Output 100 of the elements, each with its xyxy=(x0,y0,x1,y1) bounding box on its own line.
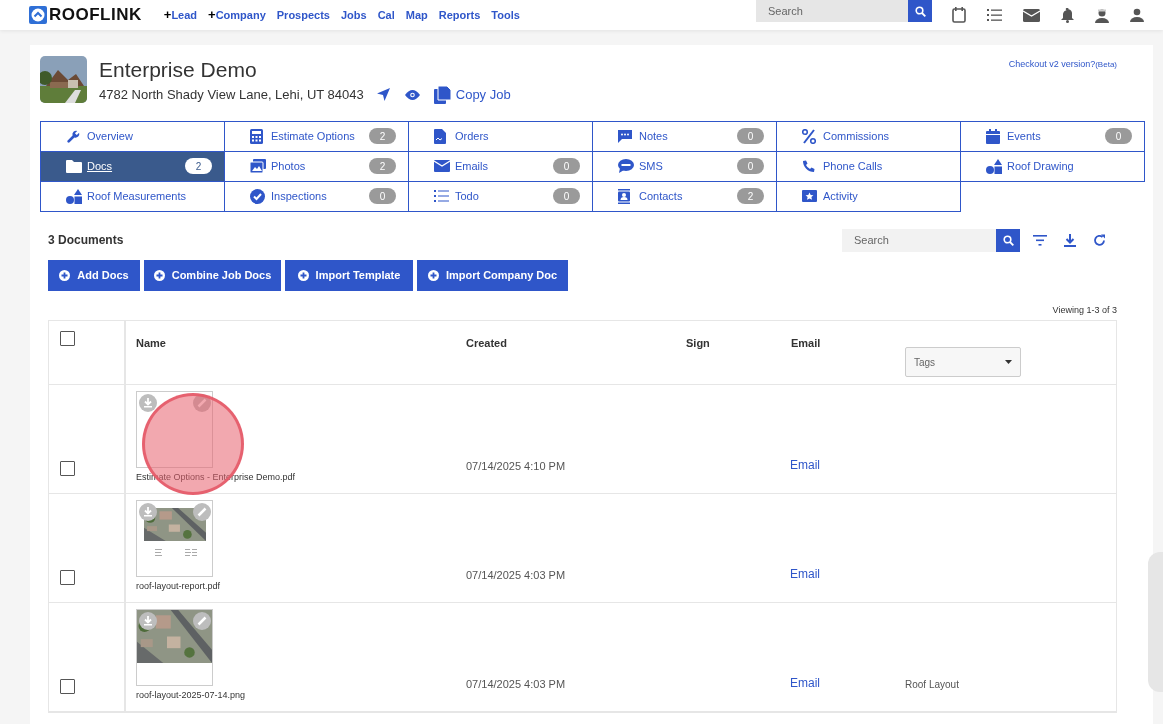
pencil-icon[interactable] xyxy=(193,612,211,630)
tags-dropdown[interactable]: Tags xyxy=(905,347,1021,377)
created-date: 07/14/2025 4:03 PM xyxy=(466,676,566,692)
calculator-icon xyxy=(250,128,263,144)
tab-label: Orders xyxy=(455,128,490,144)
report-table-drawing xyxy=(155,549,197,557)
download-icon[interactable] xyxy=(1064,233,1076,247)
plus-circle-icon xyxy=(153,269,165,281)
column-header: Created xyxy=(466,337,507,349)
bell-icon[interactable] xyxy=(1061,7,1074,23)
tab-label: Contacts xyxy=(639,188,684,204)
contact-card-icon xyxy=(618,188,630,204)
tab-label: Roof Measurements xyxy=(87,188,188,204)
email-link[interactable]: Email xyxy=(790,565,820,583)
tag-text: Roof Layout xyxy=(905,678,959,692)
created-date: 07/14/2025 4:10 PM xyxy=(466,458,566,474)
file-name[interactable]: roof-layout-report.pdf xyxy=(136,580,456,594)
count-badge: 2 xyxy=(737,188,764,204)
nav-link[interactable]: +Company xyxy=(208,5,266,25)
tab[interactable]: Roof Drawing xyxy=(960,150,1145,182)
search-button[interactable] xyxy=(908,0,932,22)
user-badge-icon[interactable] xyxy=(1095,7,1109,23)
tab-label: Todo xyxy=(455,188,480,204)
checkbox[interactable] xyxy=(60,461,75,476)
count-badge: 2 xyxy=(185,158,212,174)
user-icon[interactable] xyxy=(1130,8,1144,22)
tab-label: Emails xyxy=(455,158,489,174)
count-badge: 0 xyxy=(1105,128,1132,144)
tab-label: Notes xyxy=(639,128,669,144)
shapes-icon xyxy=(66,188,83,204)
nav-link[interactable]: Map xyxy=(405,6,428,24)
download-icon[interactable] xyxy=(139,503,157,521)
envelope-icon[interactable] xyxy=(1023,8,1040,22)
checkbox[interactable] xyxy=(60,679,75,694)
nav-link[interactable]: +Lead xyxy=(163,5,198,25)
nav-link[interactable]: Reports xyxy=(438,6,481,24)
shapes-icon xyxy=(986,158,1003,174)
images-icon xyxy=(250,159,266,173)
copy-job-link[interactable]: Copy Job xyxy=(433,85,511,105)
brand-name[interactable]: ROOFLINK xyxy=(49,2,142,28)
action-button[interactable]: Import Company Doc xyxy=(417,259,568,291)
search-icon xyxy=(1002,234,1014,246)
navigation-arrow-icon[interactable] xyxy=(376,88,390,102)
plus-circle-icon xyxy=(297,269,309,281)
email-link[interactable]: Email xyxy=(790,456,820,474)
eye-icon[interactable] xyxy=(404,89,420,100)
phone-icon xyxy=(802,159,815,173)
count-badge: 2 xyxy=(369,128,396,144)
column-header: Name xyxy=(136,337,166,349)
tab[interactable]: Overview xyxy=(40,120,225,152)
logo-icon[interactable] xyxy=(29,6,47,24)
search-field[interactable]: Search xyxy=(756,0,908,22)
wrench-icon xyxy=(66,128,81,144)
job-address: 4782 North Shady View Lane, Lehi, UT 84043 xyxy=(99,86,364,104)
star-ticket-icon xyxy=(802,190,817,202)
tab-label: Roof Drawing xyxy=(1007,158,1075,174)
percent-icon xyxy=(802,128,816,144)
nav-link[interactable]: Tools xyxy=(491,6,520,24)
check-circle-icon xyxy=(250,188,265,204)
sms-bubble-icon xyxy=(618,159,634,173)
download-icon[interactable] xyxy=(139,612,157,630)
refresh-icon[interactable] xyxy=(1093,233,1106,247)
tab[interactable]: Roof Measurements xyxy=(40,180,225,212)
action-button[interactable]: Add Docs xyxy=(48,259,140,291)
file-name[interactable]: roof-layout-2025-07-14.png xyxy=(136,689,456,703)
viewing-count: Viewing 1-3 of 3 xyxy=(1052,303,1117,317)
column-header: Sign xyxy=(686,337,710,349)
search-button[interactable] xyxy=(996,228,1020,252)
list-icon[interactable] xyxy=(987,9,1002,21)
tab[interactable]: Activity xyxy=(776,180,961,212)
calendar-icon[interactable] xyxy=(952,7,966,23)
job-title: Enterprise Demo xyxy=(99,57,258,83)
caret-icon xyxy=(1005,360,1012,364)
tab[interactable]: Events 0 xyxy=(960,120,1145,152)
filter-icon[interactable] xyxy=(1033,234,1047,246)
action-button[interactable]: Import Template xyxy=(285,259,413,291)
count-badge: 0 xyxy=(553,158,580,174)
pencil-icon[interactable] xyxy=(193,503,211,521)
tab-label: Events xyxy=(1007,128,1042,144)
copy-icon xyxy=(433,85,451,104)
action-button[interactable]: Combine Job Docs xyxy=(144,259,281,291)
checkbox[interactable] xyxy=(60,331,75,346)
plus-circle-icon xyxy=(427,269,439,281)
tab-label: Phone Calls xyxy=(823,158,884,174)
search-icon xyxy=(914,5,926,17)
nav-link[interactable]: Prospects xyxy=(276,6,330,24)
v2-version-link[interactable]: Checkout v2 version?(Beta) xyxy=(1008,58,1117,72)
nav-link[interactable]: Cal xyxy=(377,6,395,24)
tab-label: Photos xyxy=(271,158,307,174)
tab-label: Inspections xyxy=(271,188,328,204)
tab-label: Overview xyxy=(87,128,134,144)
nav-link[interactable]: Jobs xyxy=(341,6,367,24)
email-link[interactable]: Email xyxy=(790,674,820,692)
folder-icon xyxy=(66,159,82,173)
count-badge: 0 xyxy=(737,128,764,144)
checkbox[interactable] xyxy=(60,570,75,585)
search-field[interactable]: Search xyxy=(842,228,996,252)
count-badge: 0 xyxy=(737,158,764,174)
tab[interactable]: Docs 2 xyxy=(40,150,225,182)
count-badge: 0 xyxy=(369,188,396,204)
